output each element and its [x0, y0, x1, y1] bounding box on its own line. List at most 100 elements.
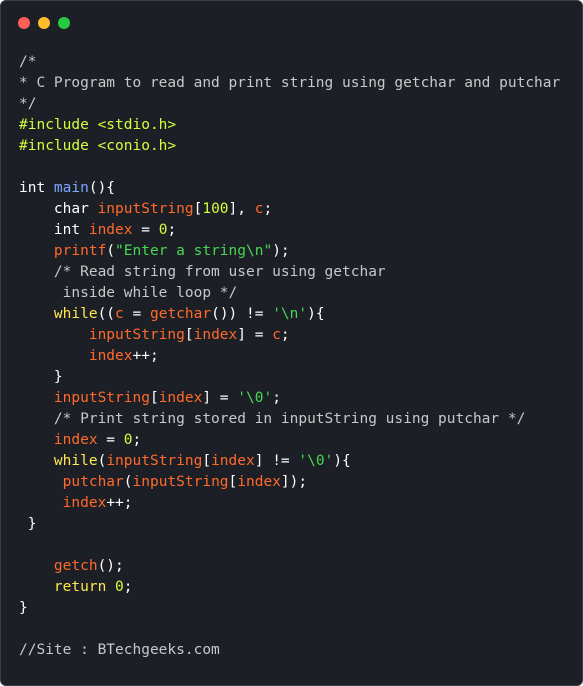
code-token-keyword: return: [53, 579, 107, 595]
close-dot[interactable]: [18, 17, 30, 29]
code-token-plain: ){: [307, 306, 325, 322]
code-token-identifier: c: [272, 327, 281, 343]
code-token-identifier: inputString: [106, 453, 203, 469]
code-token-string: '\n': [272, 306, 308, 322]
code-token-plain: =: [132, 222, 159, 238]
code-token-number: 0: [115, 579, 124, 595]
code-token-plain: int: [19, 180, 54, 196]
code-token-plain: ] !=: [254, 453, 299, 469]
code-window: /* * C Program to read and print string u…: [0, 0, 583, 686]
code-line: }: [19, 367, 560, 388]
code-line: /* Read string from user using getchar: [19, 262, 560, 283]
code-line: index = 0;: [19, 430, 560, 451]
code-line: }: [19, 514, 560, 535]
code-token-plain: [: [202, 453, 212, 469]
code-token-plain: }: [19, 600, 28, 616]
code-token-plain: ();: [97, 558, 124, 574]
code-token-plain: }: [19, 516, 37, 532]
code-line: #include <conio.h>: [19, 136, 560, 157]
code-line: printf("Enter a string\n");: [19, 241, 560, 262]
code-token-identifier: index: [237, 474, 281, 490]
code-line: getch();: [19, 556, 560, 577]
code-token-string: '\0': [237, 390, 273, 406]
code-line: }: [19, 598, 560, 619]
code-token-plain: ){: [333, 453, 351, 469]
code-token-function: printf: [53, 243, 107, 259]
code-token-identifier: index: [193, 327, 238, 343]
code-token-plain: =: [123, 306, 150, 322]
code-token-plain: =: [97, 432, 124, 448]
code-token-plain: ],: [228, 201, 255, 217]
code-line: */: [19, 94, 560, 115]
code-token-comment: */: [19, 96, 37, 112]
code-token-plain: (: [97, 453, 107, 469]
code-line: int index = 0;: [19, 220, 560, 241]
code-token-identifier: index: [158, 390, 203, 406]
code-block[interactable]: /* * C Program to read and print string u…: [19, 52, 560, 661]
code-token-preprocessor: #include <stdio.h>: [19, 117, 177, 133]
code-line: #include <stdio.h>: [19, 115, 560, 136]
code-token-plain: ((: [97, 306, 116, 322]
code-token-identifier: inputString: [97, 201, 194, 217]
maximize-dot[interactable]: [58, 17, 70, 29]
code-line: int main(){: [19, 178, 560, 199]
code-token-plain: ;: [167, 222, 177, 238]
code-token-keyword: while: [53, 306, 98, 322]
code-line: while(inputString[index] != '\0'){: [19, 451, 560, 472]
code-line: /* Print string stored in inputString us…: [19, 409, 560, 430]
code-token-function: getchar: [149, 306, 212, 322]
code-token-string: "Enter a string\n": [115, 243, 273, 259]
code-line: inside while loop */: [19, 283, 560, 304]
code-token-comment: /*: [19, 54, 37, 70]
code-token-plain: ] =: [202, 390, 238, 406]
code-token-comment: /* Print string stored in inputString us…: [19, 411, 526, 427]
code-token-plain: ;: [272, 390, 281, 406]
code-line: /*: [19, 52, 560, 73]
code-token-plain: (: [106, 243, 116, 259]
code-token-keyword: while: [53, 453, 98, 469]
code-token-identifier: inputString: [53, 390, 150, 406]
window-controls: [18, 17, 70, 29]
code-token-plain: ++;: [132, 348, 159, 364]
code-line: putchar(inputString[index]);: [19, 472, 560, 493]
code-line: return 0;: [19, 577, 560, 598]
code-token-plain: [: [184, 327, 194, 343]
code-token-plain: ++;: [106, 495, 133, 511]
code-token-identifier: c: [115, 306, 124, 322]
code-token-comment: //Site : BTechgeeks.com: [19, 642, 220, 658]
code-token-number: 100: [202, 201, 229, 217]
code-token-plain: (: [123, 474, 133, 490]
code-token-identifier: index: [53, 432, 98, 448]
code-line: index++;: [19, 346, 560, 367]
code-token-plain: ()) !=: [211, 306, 273, 322]
code-token-identifier: inputString: [132, 474, 229, 490]
code-token-function: putchar: [62, 474, 124, 490]
code-line: inputString[index] = '\0';: [19, 388, 560, 409]
code-token-number: 0: [123, 432, 133, 448]
code-token-plain: ]);: [280, 474, 308, 490]
code-token-plain: char: [19, 201, 98, 217]
code-token-plain: }: [19, 369, 63, 385]
code-token-plain: [: [228, 474, 238, 490]
code-line: while((c = getchar()) != '\n'){: [19, 304, 560, 325]
code-token-function: getch: [53, 558, 98, 574]
code-token-plain: [: [149, 390, 159, 406]
code-token-identifier: index: [62, 495, 107, 511]
code-token-string: '\0': [298, 453, 334, 469]
code-token-plain: (){: [88, 180, 116, 196]
code-token-preprocessor: #include <conio.h>: [19, 138, 177, 154]
minimize-dot[interactable]: [38, 17, 50, 29]
code-token-comment: inside while loop */: [19, 285, 238, 301]
code-token-plain: int: [19, 222, 89, 238]
code-token-identifier: index: [88, 348, 133, 364]
